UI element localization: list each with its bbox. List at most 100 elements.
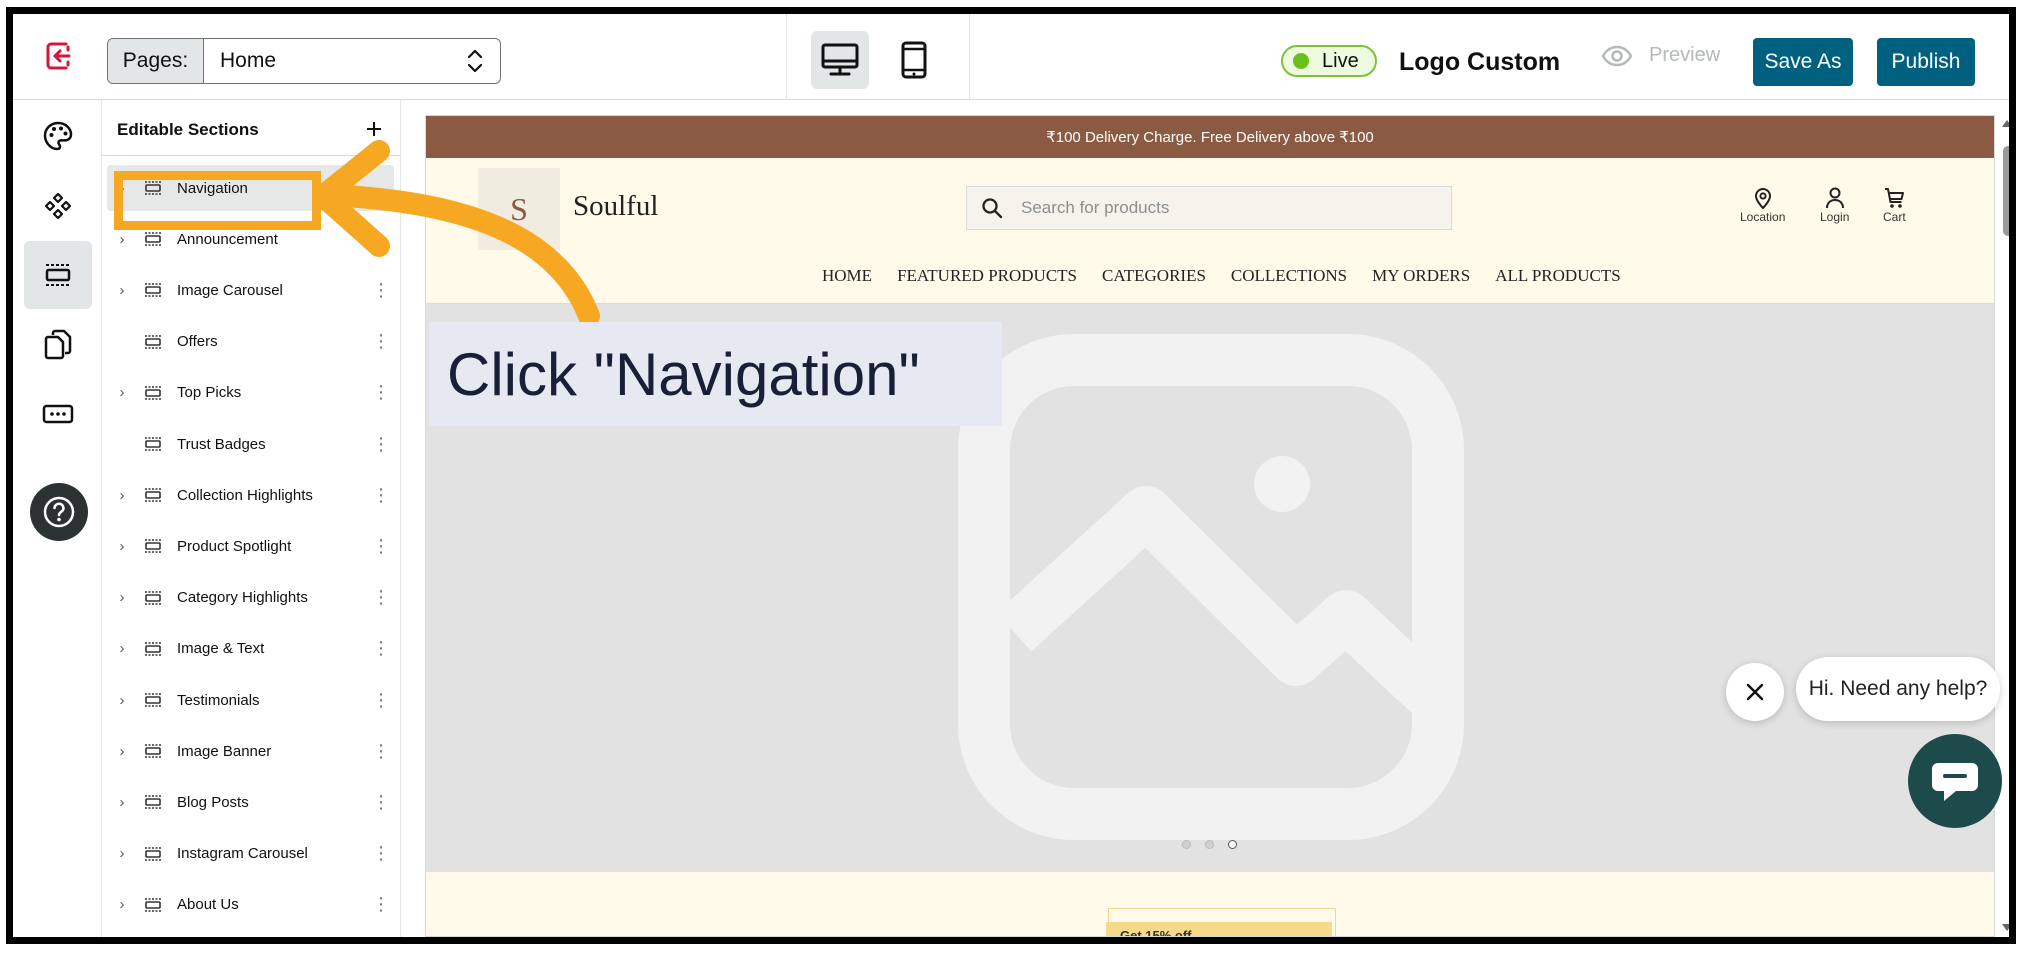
more-vertical-icon[interactable]: ⋮ bbox=[368, 485, 394, 506]
section-label: Top Picks bbox=[177, 384, 242, 402]
eye-icon bbox=[1601, 45, 1633, 66]
chevron-right-icon[interactable]: › bbox=[107, 743, 133, 760]
section-label: Collection Highlights bbox=[177, 486, 313, 504]
more-vertical-icon[interactable]: ⋮ bbox=[368, 280, 394, 301]
section-item-about-us[interactable]: › About Us ⋮ bbox=[107, 882, 394, 928]
pages-button[interactable] bbox=[24, 311, 92, 379]
more-vertical-icon[interactable]: ⋮ bbox=[368, 331, 394, 352]
more-vertical-icon[interactable]: ⋮ bbox=[368, 741, 394, 762]
nav-link-my-orders[interactable]: MY ORDERS bbox=[1372, 266, 1470, 286]
section-item-product-spotlight[interactable]: › Product Spotlight ⋮ bbox=[107, 523, 394, 569]
chat-close-button[interactable] bbox=[1726, 663, 1784, 721]
nav-link-all-products[interactable]: ALL PRODUCTS bbox=[1495, 266, 1620, 286]
mobile-view-button[interactable] bbox=[885, 31, 943, 89]
carousel-dot[interactable] bbox=[1205, 840, 1214, 849]
save-as-button[interactable]: Save As bbox=[1753, 38, 1853, 86]
more-vertical-icon[interactable]: ⋮ bbox=[368, 382, 394, 403]
section-icon bbox=[133, 590, 173, 606]
location-label: Location bbox=[1740, 210, 1786, 224]
chevron-right-icon[interactable]: › bbox=[107, 692, 133, 709]
section-item-image-text[interactable]: › Image & Text ⋮ bbox=[107, 626, 394, 672]
login-link[interactable]: Login bbox=[1820, 186, 1849, 224]
preview-scroll-thumb[interactable] bbox=[2003, 146, 2009, 236]
preview-label: Preview bbox=[1649, 44, 1721, 66]
cart-link[interactable]: Cart bbox=[1883, 186, 1906, 224]
preview-button[interactable]: Preview bbox=[1601, 44, 1720, 67]
desktop-view-button[interactable] bbox=[811, 31, 869, 89]
chevron-right-icon[interactable]: › bbox=[107, 845, 133, 862]
section-label: Offers bbox=[177, 333, 218, 351]
more-vertical-icon[interactable]: ⋮ bbox=[368, 894, 394, 915]
offer-tag: Get 15% off bbox=[1106, 922, 1332, 936]
more-button[interactable] bbox=[24, 380, 92, 448]
section-item-trust-badges[interactable]: Trust Badges ⋮ bbox=[107, 421, 394, 467]
scroll-down-icon bbox=[2002, 924, 2009, 931]
more-vertical-icon[interactable]: ⋮ bbox=[368, 434, 394, 455]
nav-link-featured-products[interactable]: FEATURED PRODUCTS bbox=[897, 266, 1077, 286]
section-item-category-highlights[interactable]: › Category Highlights ⋮ bbox=[107, 575, 394, 621]
section-label: About Us bbox=[177, 896, 239, 914]
section-item-testimonials[interactable]: › Testimonials ⋮ bbox=[107, 677, 394, 723]
scroll-up-icon bbox=[2002, 120, 2009, 127]
more-vertical-icon[interactable]: ⋮ bbox=[368, 638, 394, 659]
nav-link-categories[interactable]: CATEGORIES bbox=[1102, 266, 1206, 286]
more-vertical-icon[interactable]: ⋮ bbox=[368, 843, 394, 864]
components-button[interactable] bbox=[24, 172, 92, 240]
announcement-bar[interactable]: ₹100 Delivery Charge. Free Delivery abov… bbox=[426, 116, 1994, 158]
store-search-input[interactable]: Search for products bbox=[966, 186, 1452, 230]
chat-greeting[interactable]: Hi. Need any help? bbox=[1796, 657, 2000, 721]
section-item-image-carousel[interactable]: › Image Carousel ⋮ bbox=[107, 267, 394, 313]
chevron-right-icon[interactable]: › bbox=[107, 282, 133, 299]
pages-select[interactable]: Pages: Home bbox=[107, 38, 501, 84]
store-logo[interactable]: S bbox=[478, 168, 560, 250]
chevron-right-icon[interactable]: › bbox=[107, 896, 133, 913]
section-item-collection-highlights[interactable]: › Collection Highlights ⋮ bbox=[107, 472, 394, 518]
chevron-right-icon[interactable]: › bbox=[107, 384, 133, 401]
sections-button[interactable] bbox=[24, 241, 92, 309]
user-icon bbox=[1825, 187, 1844, 209]
section-icon bbox=[133, 846, 173, 862]
more-vertical-icon[interactable]: ⋮ bbox=[368, 536, 394, 557]
section-item-instagram-carousel[interactable]: › Instagram Carousel ⋮ bbox=[107, 831, 394, 877]
section-label: Product Spotlight bbox=[177, 537, 292, 555]
section-label: Testimonials bbox=[177, 691, 260, 709]
carousel-dot[interactable] bbox=[1182, 840, 1191, 849]
store-header[interactable]: S Soulful Search for products Location L… bbox=[426, 158, 1994, 304]
nav-link-home[interactable]: HOME bbox=[822, 266, 872, 286]
plus-icon bbox=[367, 122, 381, 136]
chevron-right-icon[interactable]: › bbox=[107, 231, 133, 248]
section-label: Instagram Carousel bbox=[177, 845, 308, 863]
section-icon bbox=[133, 538, 173, 554]
more-vertical-icon[interactable]: ⋮ bbox=[368, 690, 394, 711]
pages-label: Pages: bbox=[108, 39, 204, 83]
carousel-dot-active[interactable] bbox=[1228, 840, 1237, 849]
panel-divider bbox=[102, 155, 400, 156]
exit-editor-button[interactable] bbox=[41, 38, 77, 74]
publish-button[interactable]: Publish bbox=[1877, 38, 1975, 86]
store-search-placeholder: Search for products bbox=[1021, 198, 1170, 217]
cart-icon bbox=[1885, 188, 1905, 208]
section-item-top-picks[interactable]: › Top Picks ⋮ bbox=[107, 370, 394, 416]
tutorial-callout: Click "Navigation" bbox=[429, 322, 1002, 426]
chevron-right-icon[interactable]: › bbox=[107, 487, 133, 504]
section-item-image-banner[interactable]: › Image Banner ⋮ bbox=[107, 728, 394, 774]
chat-launcher-button[interactable] bbox=[1908, 734, 2002, 828]
more-vertical-icon[interactable]: ⋮ bbox=[368, 792, 394, 813]
mobile-icon bbox=[901, 41, 927, 79]
chevron-right-icon[interactable]: › bbox=[107, 640, 133, 657]
more-vertical-icon[interactable]: ⋮ bbox=[368, 587, 394, 608]
add-section-button[interactable] bbox=[365, 114, 383, 145]
location-link[interactable]: Location bbox=[1740, 186, 1785, 224]
chevron-right-icon[interactable]: › bbox=[107, 589, 133, 606]
nav-link-collections[interactable]: COLLECTIONS bbox=[1231, 266, 1347, 286]
storefront-preview[interactable]: ₹100 Delivery Charge. Free Delivery abov… bbox=[425, 115, 1995, 937]
exit-icon bbox=[46, 42, 71, 70]
chevron-right-icon[interactable]: › bbox=[107, 538, 133, 555]
section-item-offers[interactable]: Offers ⋮ bbox=[107, 319, 394, 365]
theme-button[interactable] bbox=[24, 102, 92, 170]
palette-icon bbox=[43, 121, 73, 151]
chevron-right-icon[interactable]: › bbox=[107, 794, 133, 811]
preview-scrollbar[interactable] bbox=[2000, 115, 2009, 937]
section-item-blog-posts[interactable]: › Blog Posts ⋮ bbox=[107, 779, 394, 825]
help-button[interactable] bbox=[30, 483, 88, 541]
